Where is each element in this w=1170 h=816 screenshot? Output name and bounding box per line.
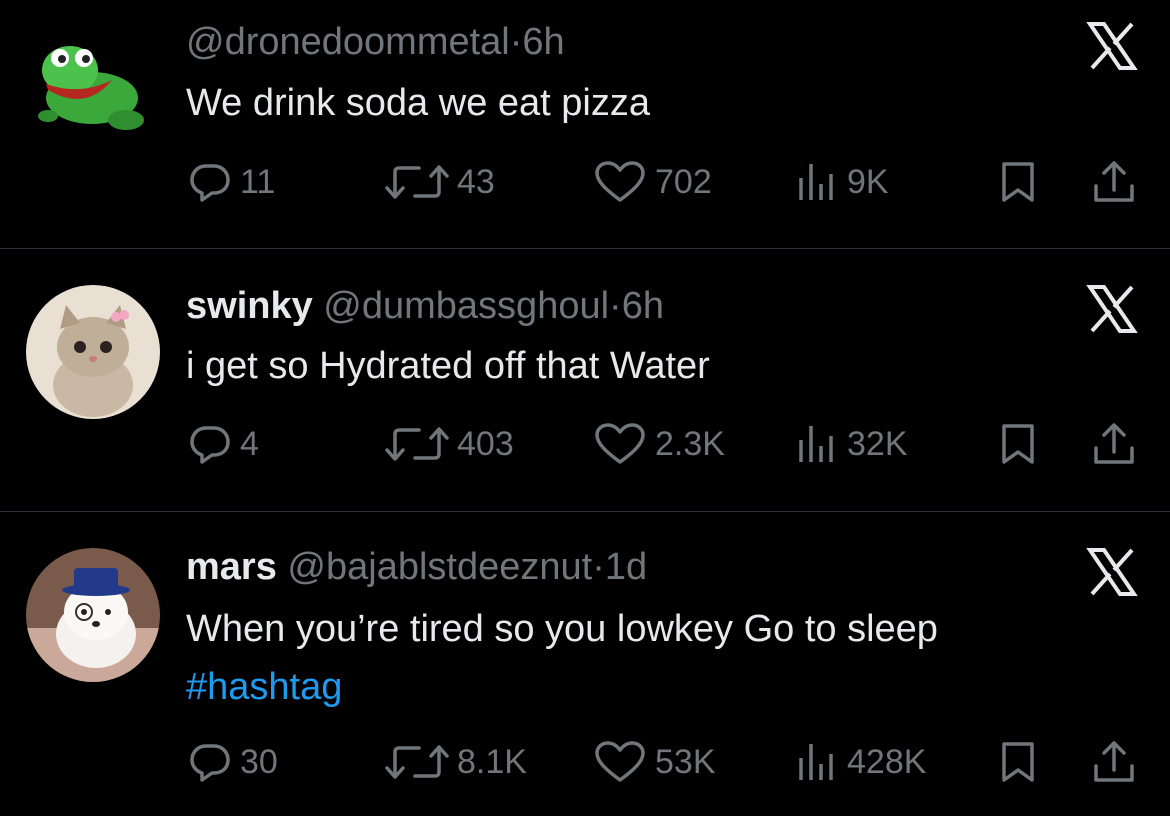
tweet-header: mars @bajablstdeeznut·1d: [186, 545, 647, 589]
x-logo-icon: [1086, 20, 1138, 72]
heart-icon: [595, 741, 645, 782]
timestamp[interactable]: 1d: [605, 546, 647, 588]
separator-dot: ·: [509, 21, 523, 63]
tweet[interactable]: @dronedoommetal·6h We drink soda we eat …: [0, 0, 1170, 248]
repost-count: 8.1K: [457, 742, 527, 781]
tweet-actions: 11 43 702 9K: [0, 157, 1170, 207]
repost-button[interactable]: 8.1K: [385, 737, 527, 787]
separator-dot: ·: [592, 546, 605, 588]
like-button[interactable]: 702: [593, 157, 712, 207]
like-button[interactable]: 2.3K: [593, 419, 725, 469]
avatar[interactable]: [30, 28, 154, 138]
avatar[interactable]: [26, 548, 160, 682]
like-button[interactable]: 53K: [593, 737, 716, 787]
views-count: 428K: [847, 742, 927, 781]
timestamp[interactable]: 6h: [622, 285, 664, 327]
views-count: 9K: [847, 162, 889, 201]
tweet-text: When you’re tired so you lowkey Go to sl…: [186, 600, 938, 716]
reply-count: 11: [240, 162, 276, 201]
views-button[interactable]: 428K: [795, 737, 926, 787]
views-icon: [799, 426, 833, 462]
tweet-actions: 30 8.1K 53K 428K: [0, 737, 1170, 787]
reply-icon: [190, 164, 230, 202]
heart-icon: [595, 423, 645, 464]
reply-button[interactable]: 4: [188, 419, 259, 469]
views-count: 32K: [847, 424, 908, 463]
tweet-text: We drink soda we eat pizza: [186, 82, 650, 124]
share-icon: [1094, 741, 1134, 782]
reply-icon: [190, 744, 230, 782]
bookmark-button[interactable]: [996, 157, 1040, 207]
separator-dot: ·: [609, 285, 622, 327]
tweet-header: @dronedoommetal·6h: [186, 20, 565, 64]
x-logo-icon: [1086, 546, 1138, 598]
share-icon: [1094, 423, 1134, 464]
display-name[interactable]: mars: [186, 546, 277, 588]
views-button[interactable]: 32K: [795, 419, 908, 469]
reply-button[interactable]: 30: [188, 737, 278, 787]
views-icon: [799, 164, 833, 200]
reply-button[interactable]: 11: [188, 157, 275, 207]
frog-avatar-icon: [38, 46, 144, 130]
views-button[interactable]: 9K: [795, 157, 889, 207]
heart-icon: [595, 161, 645, 202]
repost-count: 43: [457, 162, 495, 201]
like-count: 2.3K: [655, 424, 725, 463]
reply-icon: [190, 426, 230, 464]
repost-icon: [385, 745, 449, 779]
tweet-actions: 4 403 2.3K 32K: [0, 419, 1170, 469]
share-button[interactable]: [1090, 157, 1138, 207]
kitten-avatar-icon: [26, 285, 160, 419]
dog-avatar-icon: [26, 548, 160, 682]
tweet-text: i get so Hydrated off that Water: [186, 345, 710, 387]
bookmark-icon: [1002, 742, 1034, 782]
tweet-header: swinky @dumbassghoul·6h: [186, 284, 664, 328]
repost-icon: [385, 165, 449, 199]
bookmark-button[interactable]: [996, 419, 1040, 469]
tweet-text-main: When you’re tired so you lowkey Go to sl…: [186, 608, 938, 650]
user-handle[interactable]: @bajablstdeeznut: [287, 546, 592, 588]
like-count: 53K: [655, 742, 716, 781]
bookmark-icon: [1002, 162, 1034, 202]
repost-button[interactable]: 403: [385, 419, 514, 469]
avatar[interactable]: [26, 285, 160, 419]
user-handle[interactable]: @dumbassghoul: [323, 285, 609, 327]
bookmark-icon: [1002, 424, 1034, 464]
timestamp[interactable]: 6h: [522, 21, 564, 63]
like-count: 702: [655, 162, 712, 201]
user-handle[interactable]: @dronedoommetal: [186, 21, 510, 63]
tweet[interactable]: mars @bajablstdeeznut·1d When you’re tir…: [0, 512, 1170, 816]
bookmark-button[interactable]: [996, 737, 1040, 787]
share-button[interactable]: [1090, 419, 1138, 469]
share-icon: [1094, 161, 1134, 202]
display-name[interactable]: swinky: [186, 285, 313, 327]
share-button[interactable]: [1090, 737, 1138, 787]
reply-count: 4: [240, 424, 259, 463]
repost-button[interactable]: 43: [385, 157, 495, 207]
x-logo-icon: [1086, 283, 1138, 335]
tweet[interactable]: swinky @dumbassghoul·6h i get so Hydrate…: [0, 249, 1170, 511]
views-icon: [799, 744, 833, 780]
hashtag-link[interactable]: #hashtag: [186, 658, 938, 716]
repost-icon: [385, 427, 449, 461]
repost-count: 403: [457, 424, 514, 463]
reply-count: 30: [240, 742, 278, 781]
